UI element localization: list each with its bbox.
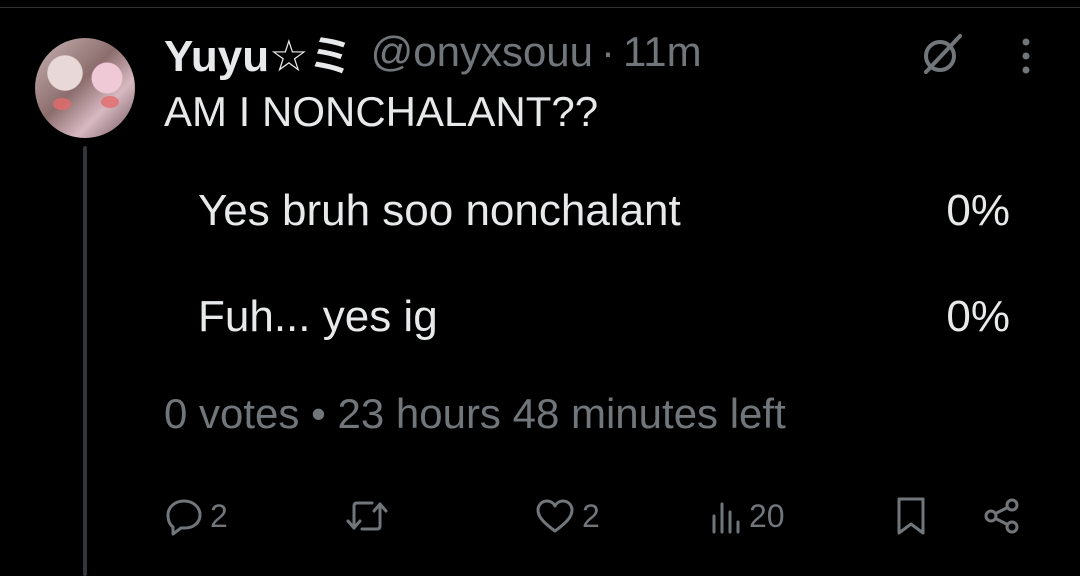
reply-icon bbox=[164, 496, 204, 536]
poll-meta: 0 votes • 23 hours 48 minutes left bbox=[164, 390, 786, 438]
poll-option-label: Fuh... yes ig bbox=[198, 292, 438, 341]
views-icon bbox=[709, 496, 743, 536]
tweet-header: Yuyu☆ミ @onyxsouu · 11m bbox=[164, 24, 702, 81]
poll-option-percent: 0% bbox=[946, 292, 1010, 341]
top-divider bbox=[0, 7, 1080, 8]
share-button[interactable] bbox=[982, 490, 1022, 542]
reply-button[interactable]: 2 bbox=[164, 490, 228, 542]
separator-dot: · bbox=[601, 28, 616, 75]
retweet-button[interactable] bbox=[344, 490, 390, 542]
thread-line bbox=[83, 146, 87, 576]
views-button[interactable]: 20 bbox=[709, 490, 785, 542]
poll-votes: 0 votes bbox=[164, 390, 300, 437]
like-button[interactable]: 2 bbox=[534, 490, 600, 542]
poll-time-left: 23 hours 48 minutes left bbox=[337, 390, 786, 437]
poll-option-label: Yes bruh soo nonchalant bbox=[198, 186, 681, 235]
display-name[interactable]: Yuyu☆ミ bbox=[164, 20, 353, 84]
poll-option[interactable]: Yes bruh soo nonchalant 0% bbox=[164, 186, 1024, 246]
share-icon bbox=[982, 496, 1022, 536]
views-count: 20 bbox=[749, 497, 785, 534]
more-icon[interactable] bbox=[1016, 34, 1036, 78]
avatar-blush bbox=[53, 98, 71, 110]
handle[interactable]: @onyxsouu bbox=[371, 28, 593, 76]
action-bar: 2 2 20 bbox=[164, 490, 1034, 542]
bookmark-button[interactable] bbox=[894, 490, 928, 542]
avatar-blush bbox=[101, 96, 119, 108]
poll-option[interactable]: Fuh... yes ig 0% bbox=[164, 292, 1024, 352]
retweet-icon bbox=[344, 496, 390, 536]
poll-option-percent: 0% bbox=[946, 186, 1010, 235]
tweet-text: AM I NONCHALANT?? bbox=[164, 88, 599, 135]
avatar[interactable] bbox=[35, 38, 135, 138]
poll-meta-separator: • bbox=[311, 390, 326, 437]
like-count: 2 bbox=[582, 497, 600, 534]
grok-icon[interactable] bbox=[918, 30, 966, 78]
timestamp[interactable]: 11m bbox=[623, 28, 702, 76]
heart-icon bbox=[534, 496, 576, 536]
reply-count: 2 bbox=[210, 497, 228, 534]
bookmark-icon bbox=[894, 495, 928, 537]
